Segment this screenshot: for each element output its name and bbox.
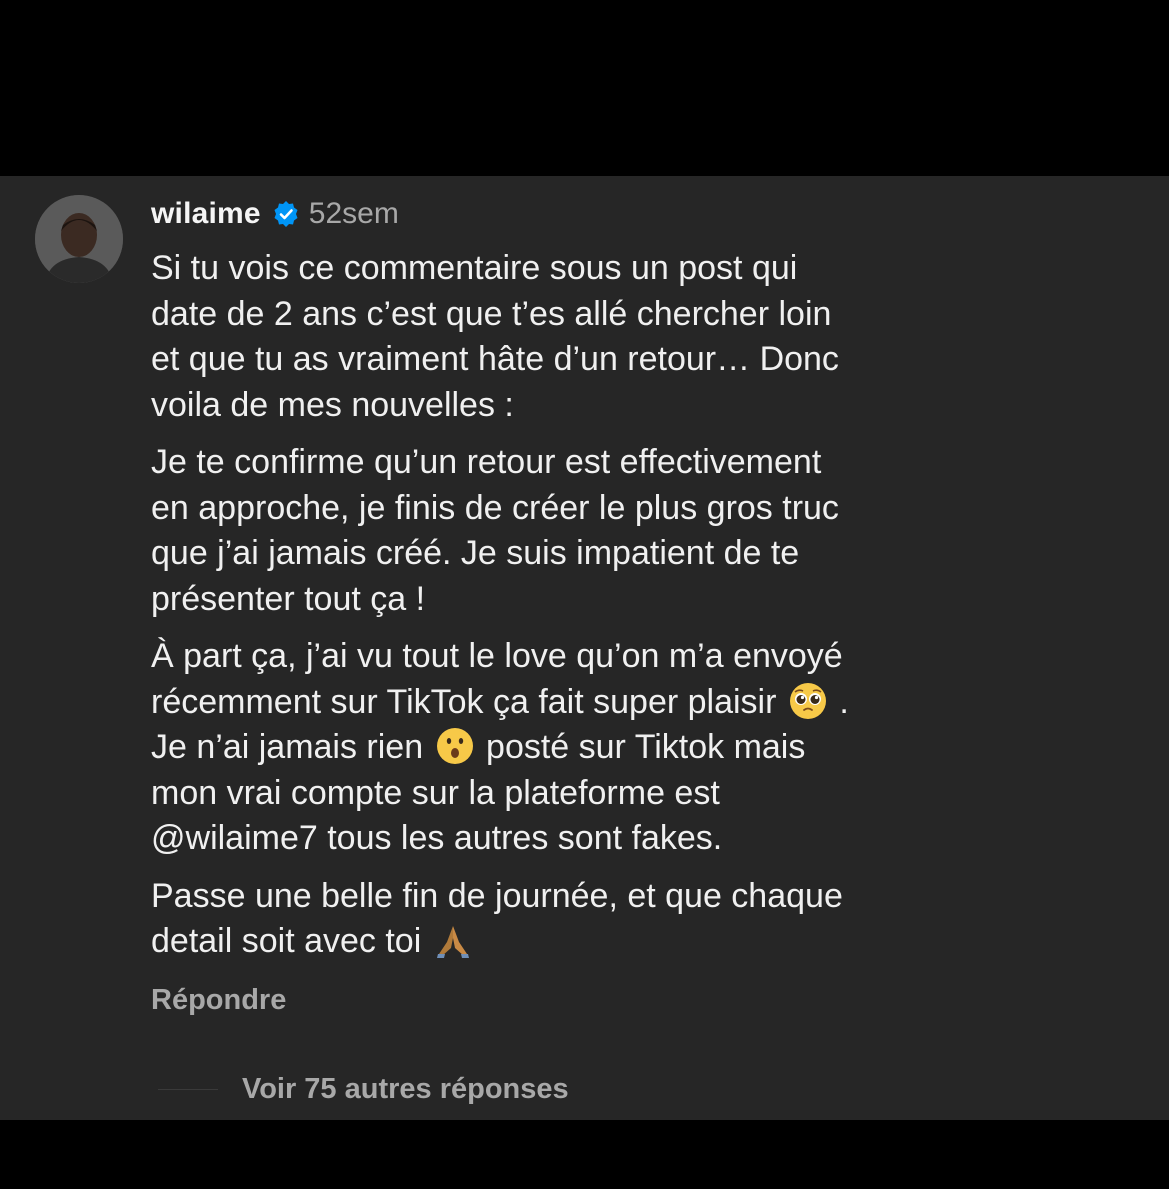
comment-header: wilaime 52sem [151,194,399,234]
username[interactable]: wilaime [151,197,261,231]
comment-body: Si tu vois ce commentaire sous un post q… [151,246,1051,977]
comment-line: date de 2 ans c’est que t’es allé cherch… [151,294,832,333]
comment-paragraph-2: Je te confirme qu’un retour est effectiv… [151,440,1051,622]
verified-badge-icon [272,200,300,228]
divider-line [158,1088,218,1090]
reply-button[interactable]: Répondre [151,984,286,1017]
comment-line: À part ça, j’ai vu tout le love qu’on m’… [151,637,843,675]
comment-line: présenter tout ça ! [151,579,426,618]
comment-text: . [839,682,849,721]
view-more-replies-label[interactable]: Voir 75 autres réponses [242,1073,569,1106]
comment-line: @wilaime7 tous les autres sont fakes. [151,819,723,857]
comment-line: Je te confirme qu’un retour est effectiv… [151,443,822,481]
bottom-black-bar [0,1120,1169,1189]
comment-line: en approche, je finis de créer le plus g… [151,488,839,527]
comment-line: detail soit avec toi [151,919,1051,965]
comment-line: récemment sur TikTok ça fait super plais… [151,680,1051,726]
avatar-image [35,195,123,283]
comment-text: récemment sur TikTok ça fait super plais… [151,682,777,721]
comment-line: voila de mes nouvelles : [151,385,514,424]
astonished-face-emoji-icon [435,726,475,766]
comment-paragraph-4: Passe une belle fin de journée, et que c… [151,874,1051,965]
pleading-face-emoji-icon [788,681,828,721]
comment-text: Je n’ai jamais rien [151,728,424,766]
comment-text: posté sur Tiktok mais [486,728,806,766]
comment-paragraph-3: À part ça, j’ai vu tout le love qu’on m’… [151,634,1051,862]
view-more-replies[interactable]: Voir 75 autres réponses [158,1070,569,1108]
top-black-bar [0,0,1169,176]
comment-line: Je n’ai jamais rien posté sur Tiktok mai… [151,725,1051,771]
comment-line: que j’ai jamais créé. Je suis impatient … [151,534,800,572]
comment-time: 52sem [308,197,399,230]
comment-line: et que tu as vraiment hâte d’un retour… … [151,340,839,378]
comment-paragraph-1: Si tu vois ce commentaire sous un post q… [151,246,1051,428]
comment-line: Si tu vois ce commentaire sous un post q… [151,249,798,287]
comment-line: Passe une belle fin de journée, et que c… [151,876,843,915]
comment-text: detail soit avec toi [151,922,422,960]
comment-line: mon vrai compte sur la plateforme est [151,773,720,812]
folded-hands-emoji-icon [433,920,473,960]
avatar[interactable] [35,195,123,283]
